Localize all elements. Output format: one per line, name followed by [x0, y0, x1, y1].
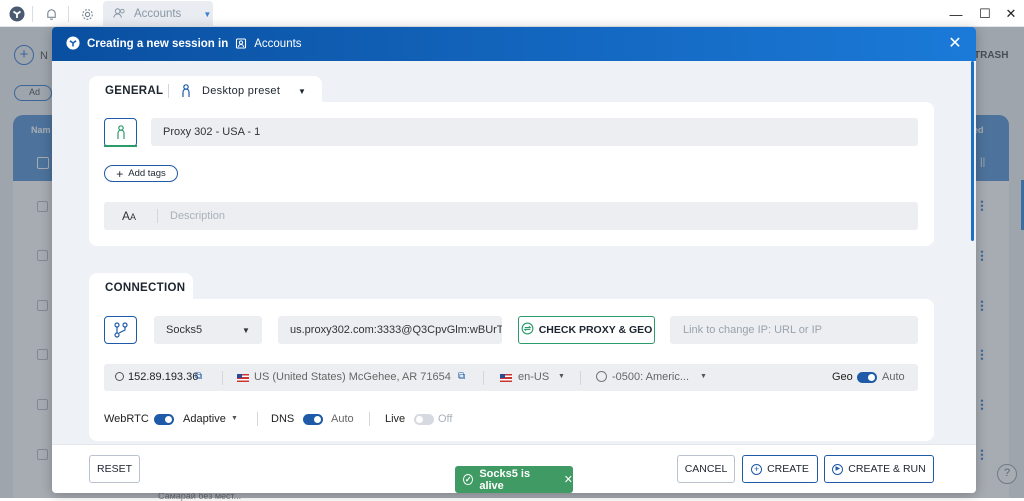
us-flag-icon	[237, 374, 249, 382]
live-label: Live	[385, 413, 406, 425]
check-proxy-label: CHECK PROXY & GEO	[538, 324, 653, 336]
proxy-type-value: Socks5	[166, 324, 203, 336]
webrtc-label: WebRTC	[104, 413, 149, 425]
dns-label: DNS	[271, 413, 295, 425]
ip-value: 152.89.193.36	[128, 371, 199, 383]
preset-select[interactable]: Desktop preset	[202, 85, 280, 97]
chevron-down-icon[interactable]: ▼	[700, 373, 707, 380]
language-value[interactable]: en-US	[518, 371, 549, 383]
app-titlebar: Accounts ▼ — ☐ ✕	[0, 0, 1024, 27]
cancel-button[interactable]: CANCEL	[677, 455, 735, 483]
webrtc-mode-select[interactable]: Adaptive	[183, 413, 226, 425]
dialog-folder-name: Accounts	[254, 38, 302, 50]
description-placeholder: Description	[170, 210, 226, 222]
refresh-icon	[521, 322, 534, 338]
maximize-button[interactable]: ☐	[975, 4, 995, 24]
us-flag-icon	[500, 374, 512, 382]
person-icon	[181, 84, 191, 101]
connection-tab-label: CONNECTION	[105, 282, 186, 294]
close-icon[interactable]: ✕	[564, 473, 573, 486]
proxy-icon[interactable]	[104, 316, 137, 344]
session-name-input[interactable]: Proxy 302 - USA - 1	[151, 118, 918, 146]
timezone-value[interactable]: -0500: Americ...	[612, 371, 689, 383]
copy-icon[interactable]: ⧉	[195, 371, 202, 382]
close-icon[interactable]: ✕	[947, 36, 963, 52]
app-logo-icon[interactable]	[5, 3, 29, 25]
dialog-title: Creating a new session in	[87, 38, 229, 50]
ip-icon	[115, 372, 124, 381]
check-circle-icon: ✓	[463, 474, 474, 485]
plus-icon: +	[116, 166, 124, 181]
tab-accounts[interactable]: Accounts ▼	[103, 1, 213, 27]
bell-icon[interactable]	[39, 3, 63, 25]
tab-label: Accounts	[134, 8, 182, 20]
chevron-down-icon[interactable]: ▼	[298, 87, 306, 96]
geo-label: Geo	[832, 371, 853, 383]
minimize-button[interactable]: —	[946, 4, 966, 24]
font-icon: AA	[122, 209, 137, 223]
general-tab-label: GENERAL	[105, 85, 164, 97]
folder-icon	[235, 37, 247, 52]
dns-toggle[interactable]	[303, 414, 323, 425]
live-mode: Off	[438, 413, 453, 425]
proxy-string-input[interactable]: us.proxy302.com:3333@Q3CpvGlm:wBUrTI	[278, 316, 502, 344]
create-session-dialog: Creating a new session in Accounts ✕ GEN…	[52, 27, 976, 493]
live-toggle[interactable]	[414, 414, 434, 425]
create-run-button[interactable]: ▶ CREATE & RUN	[824, 455, 934, 483]
create-run-label: CREATE & RUN	[848, 463, 926, 475]
dialog-scrollbar[interactable]	[971, 61, 974, 241]
add-tags-label: Add tags	[128, 168, 166, 179]
add-tags-button[interactable]: + Add tags	[104, 165, 178, 182]
geo-info-bar: 152.89.193.36 ⧉ US (United States) McGeh…	[104, 364, 918, 391]
geo-toggle[interactable]	[857, 372, 877, 383]
location-value: US (United States) McGehee, AR 71654	[254, 371, 451, 383]
toast-text: Socks5 is alive	[479, 467, 531, 492]
create-button[interactable]: + CREATE	[742, 455, 818, 483]
geo-mode: Auto	[882, 371, 905, 383]
reset-button[interactable]: RESET	[89, 455, 140, 483]
dialog-header: Creating a new session in Accounts	[52, 27, 976, 61]
webrtc-toggle[interactable]	[154, 414, 174, 425]
dns-mode: Auto	[331, 413, 354, 425]
chevron-down-icon[interactable]: ▼	[558, 373, 565, 380]
clock-icon	[596, 371, 607, 382]
gear-icon[interactable]	[75, 3, 99, 25]
plus-circle-icon: +	[751, 463, 763, 475]
app-logo-icon	[66, 35, 80, 53]
avatar-underline	[104, 145, 137, 147]
check-proxy-button[interactable]: CHECK PROXY & GEO	[518, 316, 655, 344]
users-icon	[113, 7, 126, 22]
copy-icon[interactable]: ⧉	[458, 371, 465, 382]
proxy-type-select[interactable]: Socks5 ▼	[154, 316, 262, 344]
close-window-button[interactable]: ✕	[1001, 4, 1021, 24]
chevron-down-icon: ▼	[242, 326, 250, 335]
chevron-down-icon[interactable]: ▼	[203, 10, 211, 19]
chevron-down-icon[interactable]: ▼	[231, 415, 238, 422]
success-toast: ✓ Socks5 is alive ✕	[455, 466, 573, 493]
description-field[interactable]: AA Description	[104, 202, 918, 230]
play-circle-icon: ▶	[832, 463, 844, 475]
avatar-icon[interactable]	[104, 118, 137, 147]
change-ip-input[interactable]: Link to change IP: URL or IP	[670, 316, 918, 344]
create-label: CREATE	[767, 463, 809, 475]
